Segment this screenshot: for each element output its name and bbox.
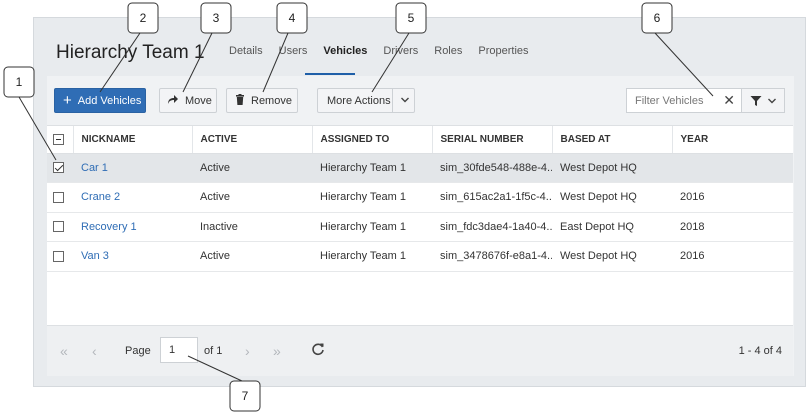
row-select-cell (47, 212, 73, 242)
row-checkbox[interactable] (53, 162, 64, 174)
plus-icon: + (63, 92, 72, 109)
serial-number-cell: sim_fdc3dae4-1a40-4... (432, 212, 552, 242)
more-actions-label: More Actions (327, 94, 391, 107)
more-actions-button[interactable]: More Actions (317, 88, 415, 113)
move-label: Move (185, 94, 212, 107)
row-select-cell (47, 241, 73, 272)
year-cell: 2016 (672, 241, 793, 272)
nickname-link[interactable]: Recovery 1 (73, 212, 192, 242)
assigned-to-cell: Hierarchy Team 1 (312, 212, 432, 242)
record-count: 1 - 4 of 4 (738, 345, 782, 357)
chevron-down-icon (767, 96, 777, 109)
page-number-input[interactable] (160, 337, 198, 363)
row-checkbox[interactable] (53, 191, 64, 203)
select-all-header (47, 126, 74, 154)
pagination-bar: « ‹ Page of 1 › » 1 - 4 of 4 (47, 325, 793, 376)
column-header-serial-number[interactable]: SERIAL NUMBER (432, 126, 553, 154)
serial-number-cell: sim_30fde548-488e-4... (432, 153, 552, 183)
assigned-to-cell: Hierarchy Team 1 (312, 182, 432, 213)
year-cell: 2018 (672, 212, 793, 242)
next-page-icon[interactable]: › (245, 344, 250, 358)
remove-label: Remove (251, 94, 292, 107)
assigned-to-cell: Hierarchy Team 1 (312, 241, 432, 272)
active-tab-indicator (305, 73, 355, 75)
remove-button[interactable]: Remove (226, 88, 298, 113)
active-cell: Active (192, 241, 312, 272)
funnel-icon (750, 95, 762, 110)
page-count-label: of 1 (204, 345, 223, 357)
callout-6: 6 (653, 11, 661, 25)
table-row[interactable]: Recovery 1 Inactive Hierarchy Team 1 sim… (47, 212, 793, 242)
filter-options-button[interactable] (741, 88, 785, 113)
tab-bar: Details Users Vehicles Drivers Roles Pro… (221, 46, 537, 70)
chevron-down-icon[interactable] (400, 95, 410, 108)
based-at-cell: West Depot HQ (552, 182, 672, 213)
select-all-checkbox[interactable] (53, 133, 64, 145)
nickname-link[interactable]: Crane 2 (73, 182, 192, 213)
nickname-link[interactable]: Van 3 (73, 241, 192, 272)
column-header-nickname[interactable]: NICKNAME (73, 126, 193, 154)
move-arrow-icon (167, 94, 179, 107)
last-page-icon[interactable]: » (273, 344, 281, 358)
column-header-based-at[interactable]: BASED AT (552, 126, 673, 154)
year-cell (672, 153, 793, 183)
tab-properties[interactable]: Properties (470, 46, 536, 70)
add-vehicles-label: Add Vehicles (77, 94, 142, 107)
callout-1: 1 (15, 75, 23, 89)
callout-3: 3 (212, 11, 220, 25)
callout-7: 7 (241, 389, 249, 403)
based-at-cell: West Depot HQ (552, 153, 672, 183)
callout-4: 4 (288, 11, 296, 25)
tab-users[interactable]: Users (271, 46, 316, 70)
trash-icon (235, 94, 245, 107)
callout-5: 5 (407, 11, 415, 25)
move-button[interactable]: Move (159, 88, 217, 113)
filter-field: ✕ (626, 88, 742, 113)
column-header-assigned-to[interactable]: ASSIGNED TO (312, 126, 433, 154)
row-checkbox[interactable] (53, 250, 64, 262)
column-header-year[interactable]: YEAR (672, 126, 793, 154)
first-page-icon[interactable]: « (60, 344, 68, 358)
filter-input[interactable] (627, 89, 723, 112)
serial-number-cell: sim_3478676f-e8a1-4... (432, 241, 552, 272)
table-row[interactable]: Crane 2 Active Hierarchy Team 1 sim_615a… (47, 182, 793, 213)
clear-filter-icon[interactable]: ✕ (723, 92, 735, 108)
row-select-cell (47, 182, 73, 213)
column-header-active[interactable]: ACTIVE (192, 126, 313, 154)
assigned-to-cell: Hierarchy Team 1 (312, 153, 432, 183)
page-title: Hierarchy Team 1 (56, 42, 205, 63)
vehicles-table: NICKNAME ACTIVE ASSIGNED TO SERIAL NUMBE… (47, 126, 793, 272)
page-label: Page (125, 345, 151, 357)
based-at-cell: West Depot HQ (552, 241, 672, 272)
table-row[interactable]: Van 3 Active Hierarchy Team 1 sim_347867… (47, 241, 793, 272)
active-cell: Active (192, 182, 312, 213)
serial-number-cell: sim_615ac2a1-1f5c-4... (432, 182, 552, 213)
tab-details[interactable]: Details (221, 46, 271, 70)
vehicles-grid: NICKNAME ACTIVE ASSIGNED TO SERIAL NUMBE… (47, 125, 793, 325)
tab-roles[interactable]: Roles (426, 46, 470, 70)
active-cell: Inactive (192, 212, 312, 242)
tab-vehicles[interactable]: Vehicles (315, 46, 375, 70)
split-divider (392, 89, 393, 112)
year-cell: 2016 (672, 182, 793, 213)
active-cell: Active (192, 153, 312, 183)
row-checkbox[interactable] (53, 221, 64, 233)
table-row[interactable]: Car 1 Active Hierarchy Team 1 sim_30fde5… (47, 153, 793, 183)
callout-2: 2 (139, 11, 147, 25)
add-vehicles-button[interactable]: + Add Vehicles (54, 88, 146, 113)
previous-page-icon[interactable]: ‹ (92, 344, 97, 358)
nickname-link[interactable]: Car 1 (73, 153, 192, 183)
based-at-cell: East Depot HQ (552, 212, 672, 242)
row-select-cell (47, 153, 73, 183)
tab-drivers[interactable]: Drivers (375, 46, 426, 70)
refresh-icon[interactable] (311, 342, 325, 359)
header-row: NICKNAME ACTIVE ASSIGNED TO SERIAL NUMBE… (47, 126, 793, 154)
